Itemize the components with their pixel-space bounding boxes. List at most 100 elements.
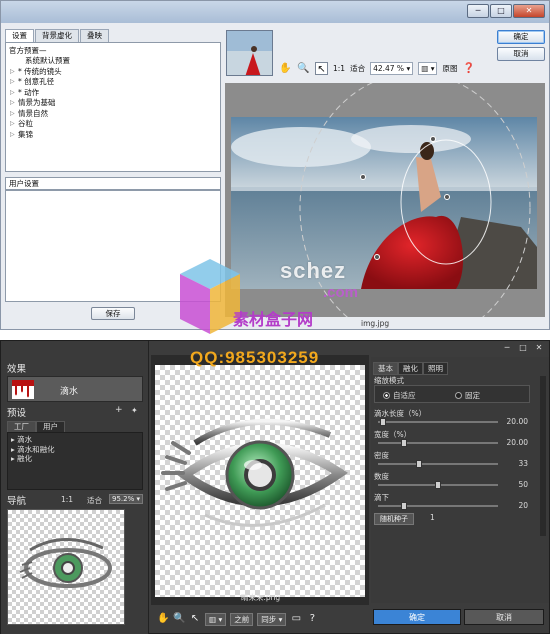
- nav-zoom-dropdown[interactable]: 95.2% ▾: [109, 494, 143, 504]
- drip-effect-icon: [12, 380, 34, 399]
- tree-item-collection[interactable]: ▷ 集锦: [9, 130, 217, 141]
- hand-icon[interactable]: ✋: [157, 613, 169, 625]
- ok-button[interactable]: 确定: [497, 30, 545, 44]
- tree-item-classic-lens[interactable]: ▷ * 传统的镜头: [9, 67, 217, 78]
- tab-overlay[interactable]: 叠映: [80, 29, 109, 42]
- hand-icon[interactable]: ✋: [279, 62, 292, 75]
- add-preset-button[interactable]: +: [115, 405, 123, 415]
- tree-item-default[interactable]: 系统默认预置: [9, 56, 217, 67]
- view-dropdown[interactable]: 同步 ▾: [257, 612, 287, 626]
- expand-arrow-icon[interactable]: ▷: [10, 88, 15, 99]
- radio-adaptive-label: 自适应: [393, 391, 416, 400]
- radio-fixed[interactable]: 固定: [455, 390, 480, 401]
- watermark-qq: QQ:985303259: [190, 348, 320, 367]
- slider-knob[interactable]: [416, 460, 422, 468]
- tree-item-label: * 动作: [18, 87, 40, 97]
- param-value[interactable]: 20.00: [498, 417, 528, 426]
- zoom-icon[interactable]: 🔍: [173, 613, 185, 625]
- tree-item-grain[interactable]: ▷ 谷粒: [9, 119, 217, 130]
- radio-adaptive[interactable]: 自适应: [383, 390, 416, 401]
- param-value[interactable]: 50: [498, 480, 528, 489]
- preset-tree-title: 官方预置—: [9, 46, 47, 55]
- cancel-button[interactable]: 取消: [464, 609, 544, 625]
- image-thumbnail[interactable]: [226, 30, 273, 76]
- split-view-icon: ▥: [209, 614, 217, 624]
- save-button[interactable]: 保存: [91, 307, 135, 320]
- split-view-dropdown[interactable]: ▥ ▾: [205, 612, 227, 626]
- preview-toolbar: ✋ 🔍 ↖ ▥ ▾ 之前 同步 ▾ ▭ ?: [151, 605, 371, 633]
- param-value[interactable]: 20.00: [498, 438, 528, 447]
- tab-settings[interactable]: 设置: [5, 29, 34, 42]
- tab-basic[interactable]: 基本: [373, 362, 398, 375]
- settings-tabs: 基本 融化 照明: [373, 362, 448, 375]
- cancel-button[interactable]: 取消: [497, 47, 545, 61]
- close-button[interactable]: ✕: [533, 343, 545, 353]
- tree-item-label: * 传统的镜头: [18, 66, 62, 76]
- param-slider[interactable]: [378, 418, 498, 426]
- ok-button[interactable]: 确定: [373, 609, 461, 625]
- param-slider[interactable]: [378, 439, 498, 447]
- comment-icon[interactable]: ▭: [290, 613, 302, 625]
- preset-item-drip[interactable]: ▸ 滴水: [11, 435, 139, 445]
- navigator-title: 导航: [7, 496, 27, 507]
- settings-column: 设置 背景虚化 叠映 官方预置— 系统默认预置 ▷ * 传统的镜头 ▷ * 创意孔径…: [5, 29, 221, 321]
- pointer-icon[interactable]: ↖: [189, 613, 201, 625]
- nav-fit-button[interactable]: 适合: [87, 495, 102, 506]
- param-slider[interactable]: [378, 460, 498, 468]
- param-slider[interactable]: [378, 502, 498, 510]
- slider-knob[interactable]: [401, 502, 407, 510]
- delete-preset-icon[interactable]: ✦: [131, 406, 138, 415]
- original-button[interactable]: 原图: [442, 63, 457, 74]
- preview-canvas[interactable]: [225, 83, 545, 317]
- expand-arrow-icon[interactable]: ▷: [10, 77, 15, 88]
- maximize-button[interactable]: □: [490, 4, 512, 18]
- effect-selector[interactable]: 滴水: [7, 376, 143, 402]
- tab-lighting[interactable]: 照明: [423, 362, 448, 375]
- minimize-button[interactable]: ─: [501, 343, 513, 353]
- random-seed-button[interactable]: 随机种子: [374, 513, 414, 525]
- tree-item-scene-nature[interactable]: ▷ 情景自然: [9, 109, 217, 120]
- fit-button[interactable]: 适合: [350, 63, 365, 74]
- help-icon[interactable]: ?: [306, 613, 318, 625]
- close-button[interactable]: ✕: [513, 4, 545, 18]
- tree-item-action[interactable]: ▷ * 动作: [9, 88, 217, 99]
- maximize-button[interactable]: □: [517, 343, 529, 353]
- expand-arrow-icon[interactable]: ▷: [10, 130, 15, 141]
- param-value[interactable]: 20: [498, 501, 528, 510]
- preset-item-melt[interactable]: ▸ 融化: [11, 454, 139, 464]
- nav-ratio-button[interactable]: 1:1: [61, 495, 73, 504]
- tree-item-label: 谷粒: [18, 119, 33, 128]
- param-slider[interactable]: [378, 481, 498, 489]
- tree-item-scene-based[interactable]: ▷ 情景为基础: [9, 98, 217, 109]
- slider-knob[interactable]: [380, 418, 386, 426]
- slider-knob[interactable]: [435, 481, 441, 489]
- nav-zoom-value: 95.2%: [112, 495, 135, 503]
- slider-knob[interactable]: [401, 439, 407, 447]
- before-button[interactable]: 之前: [230, 612, 254, 626]
- help-icon[interactable]: ❓: [462, 62, 475, 75]
- expand-arrow-icon[interactable]: ▷: [10, 67, 15, 78]
- tree-item-creative-aperture[interactable]: ▷ * 创意孔径: [9, 77, 217, 88]
- user-settings-label: 用户设置: [5, 177, 221, 190]
- ratio-button[interactable]: 1:1: [333, 64, 345, 73]
- pointer-icon[interactable]: ↖: [315, 61, 328, 75]
- expand-arrow-icon[interactable]: ▷: [10, 109, 15, 120]
- filename-label: 睛未未.png: [241, 593, 281, 602]
- expand-arrow-icon[interactable]: ▷: [10, 98, 15, 109]
- view-label: 同步: [261, 614, 277, 624]
- preview-canvas[interactable]: [155, 365, 365, 597]
- tab-background-blur[interactable]: 背景虚化: [35, 29, 79, 42]
- minimize-button[interactable]: ─: [467, 4, 489, 18]
- zoom-icon[interactable]: 🔍: [297, 62, 310, 75]
- random-seed-value: 1: [430, 513, 435, 522]
- blur-guide-ellipse[interactable]: [225, 83, 545, 317]
- settings-scrollbar[interactable]: [540, 376, 546, 536]
- param-value[interactable]: 33: [498, 459, 528, 468]
- tab-melt[interactable]: 融化: [398, 362, 423, 375]
- view-mode-dropdown[interactable]: ▥ ▾: [418, 61, 438, 75]
- preset-item-drip-melt[interactable]: ▸ 滴水和融化: [11, 445, 139, 455]
- expand-arrow-icon[interactable]: ▷: [10, 119, 15, 130]
- navigator-preview[interactable]: [7, 509, 125, 625]
- zoom-dropdown[interactable]: 42.47 % ▾: [370, 61, 414, 75]
- thumbnail-image: [227, 31, 272, 75]
